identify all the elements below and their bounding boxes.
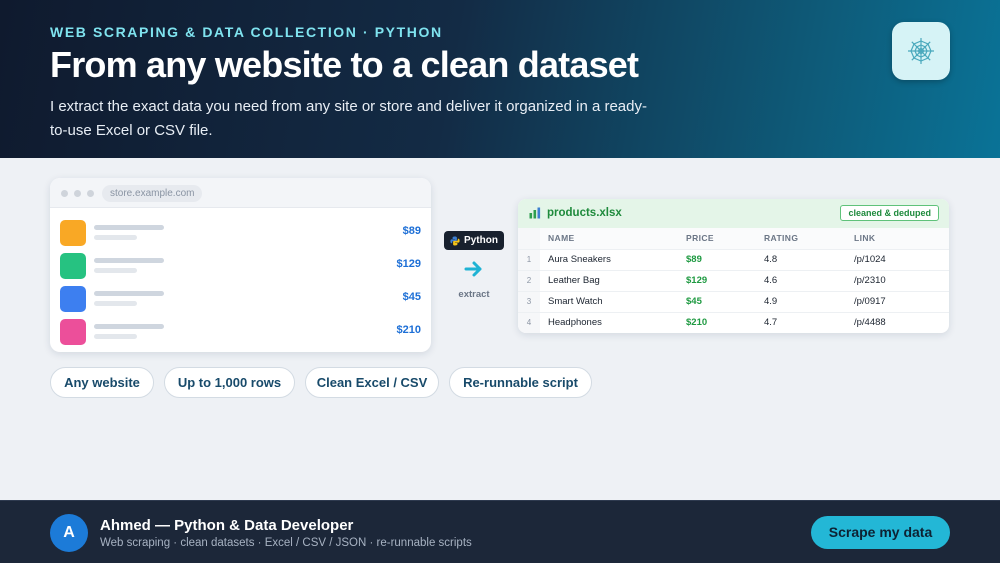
cell-rating: 4.7 [764, 311, 854, 333]
cell-price: $89 [686, 248, 764, 270]
product-thumbnail [60, 286, 86, 312]
python-badge-label: Python [464, 235, 498, 246]
product-meta-placeholder [94, 334, 137, 339]
spreadsheet-preview: products.xlsx cleaned & deduped NAME PRI… [518, 199, 949, 333]
product-title-placeholder [94, 324, 164, 329]
spreadsheet-header: products.xlsx cleaned & deduped [518, 199, 949, 228]
product-price: $89 [402, 225, 421, 237]
product-thumbnail [60, 220, 86, 246]
scrape-my-data-button[interactable]: Scrape my data [811, 516, 950, 549]
product-meta-placeholder [94, 301, 137, 306]
product-row[interactable]: $129 [50, 249, 431, 282]
file-name: products.xlsx [547, 207, 622, 219]
cell-link: /p/4488 [854, 311, 949, 333]
product-price: $210 [396, 324, 421, 336]
table-header-row: NAME PRICE RATING LINK [518, 228, 949, 249]
cell-name: Leather Bag [540, 269, 686, 291]
row-index: 2 [518, 269, 540, 291]
feature-pill-rerunnable: Re-runnable script [449, 367, 592, 398]
table-row: 2 Leather Bag $129 4.6/p/2310 [518, 269, 949, 291]
product-title-placeholder [94, 258, 164, 263]
cell-price: $129 [686, 269, 764, 291]
cell-name: Aura Sneakers [540, 248, 686, 270]
author-tagline: Web scraping · clean datasets · Excel / … [100, 537, 472, 549]
row-index: 3 [518, 290, 540, 312]
row-index-header [518, 228, 540, 249]
browser-window: store.example.com $89 $129 $45 $210 [50, 178, 431, 352]
bar-chart-icon [529, 207, 541, 219]
cell-name: Headphones [540, 311, 686, 333]
page-title: From any website to a clean dataset [50, 44, 639, 85]
product-title-placeholder [94, 225, 164, 230]
product-row[interactable]: $89 [50, 216, 431, 249]
table-row: 4 Headphones $210 4.7/p/4488 [518, 311, 949, 333]
column-header-link: LINK [854, 228, 949, 249]
product-thumbnail [60, 253, 86, 279]
address-bar[interactable]: store.example.com [102, 185, 203, 202]
extract-label: extract [458, 289, 490, 300]
product-row[interactable]: $45 [50, 282, 431, 315]
column-header-name: NAME [540, 228, 686, 249]
column-header-rating: RATING [764, 228, 854, 249]
cell-rating: 4.8 [764, 248, 854, 270]
avatar: A [50, 514, 88, 552]
table-row: 1 Aura Sneakers $89 4.8/p/1024 [518, 248, 949, 270]
product-title-placeholder [94, 291, 164, 296]
window-dot [74, 190, 81, 197]
author-name: Ahmed — Python & Data Developer [100, 517, 354, 534]
cell-link: /p/1024 [854, 248, 949, 270]
cell-name: Smart Watch [540, 290, 686, 312]
page-subtitle: I extract the exact data you need from a… [50, 98, 647, 139]
window-dot [61, 190, 68, 197]
python-icon [450, 236, 460, 245]
feature-pill-any-website: Any website [50, 367, 154, 398]
product-row[interactable]: $210 [50, 315, 431, 348]
cell-price: $45 [686, 290, 764, 312]
row-index: 1 [518, 248, 540, 270]
eyebrow-text: WEB SCRAPING & DATA COLLECTION · PYTHON [50, 24, 443, 40]
product-meta-placeholder [94, 268, 137, 273]
cell-rating: 4.9 [764, 290, 854, 312]
product-price: $129 [396, 258, 421, 270]
feature-pill-row-limit: Up to 1,000 rows [164, 367, 295, 398]
cell-link: /p/2310 [854, 269, 949, 291]
spider-web-badge [892, 22, 950, 80]
feature-pill-clean-excel: Clean Excel / CSV [305, 367, 439, 398]
right-arrow-icon [464, 261, 482, 277]
product-thumbnail [60, 319, 86, 345]
cell-link: /p/0917 [854, 290, 949, 312]
footer-bar: A Ahmed — Python & Data Developer Web sc… [0, 500, 1000, 563]
browser-toolbar: store.example.com [50, 178, 431, 208]
window-dot [87, 190, 94, 197]
spider-web-icon [908, 38, 934, 64]
column-header-price: PRICE [686, 228, 764, 249]
hero-banner: WEB SCRAPING & DATA COLLECTION · PYTHON … [0, 0, 1000, 158]
data-table: NAME PRICE RATING LINK 1 Aura Sneakers $89… [518, 228, 949, 333]
table-row: 3 Smart Watch $45 4.9/p/0917 [518, 290, 949, 312]
product-price: $45 [402, 291, 421, 303]
table-body: 1 Aura Sneakers $89 4.8/p/1024 2 Leather Bag $… [518, 248, 949, 333]
python-badge: Python [444, 231, 504, 250]
product-meta-placeholder [94, 235, 137, 240]
row-index: 4 [518, 311, 540, 333]
cell-price: $210 [686, 311, 764, 333]
cell-rating: 4.6 [764, 269, 854, 291]
status-badge: cleaned & deduped [840, 205, 939, 221]
